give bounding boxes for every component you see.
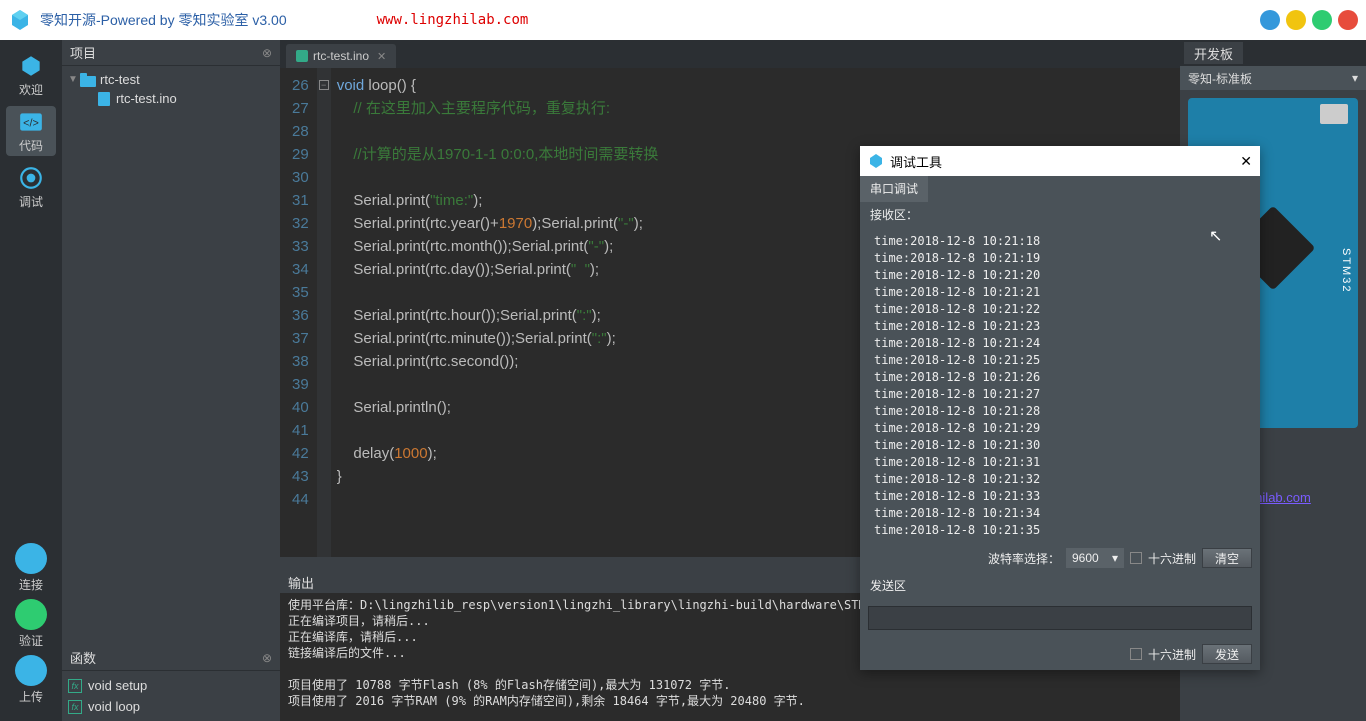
baud-value: 9600 (1072, 551, 1099, 565)
usb-icon (15, 543, 47, 574)
welcome-icon (18, 53, 44, 79)
file-icon (96, 92, 112, 106)
project-panel-header: 项目 ⊗ (62, 40, 280, 66)
editor-tab-close[interactable]: ✕ (377, 50, 386, 63)
project-panel-close[interactable]: ⊗ (262, 46, 272, 60)
project-header-label: 项目 (70, 43, 96, 62)
rail-connect[interactable]: 连接 (6, 543, 56, 593)
baud-select[interactable]: 9600 ▾ (1066, 548, 1124, 568)
rail-debug-label: 调试 (19, 193, 43, 210)
send-area-label: 发送区 (860, 573, 1260, 598)
rail-code-label: 代码 (19, 137, 43, 154)
function-icon: fx (68, 700, 82, 714)
chevron-down-icon: ▾ (1112, 551, 1118, 565)
editor-tab-label: rtc-test.ino (313, 49, 369, 63)
folder-icon (80, 73, 96, 87)
function-label: void setup (88, 678, 147, 693)
window-close-button[interactable] (1338, 10, 1358, 30)
output-header-label: 输出 (288, 576, 314, 591)
fold-strip: − (317, 68, 331, 557)
dialog-title: 调试工具 (890, 152, 942, 171)
send-row: 十六进制 发送 (860, 638, 1260, 670)
baud-row: 波特率选择： 9600 ▾ 十六进制 清空 (860, 543, 1260, 573)
editor-tabbar: rtc-test.ino ✕ (280, 40, 1180, 68)
title-url: www.lingzhilab.com (377, 12, 529, 28)
rail-verify-label: 验证 (19, 632, 43, 649)
function-item[interactable]: fx void loop (68, 696, 274, 717)
rail-verify[interactable]: 验证 (6, 599, 56, 649)
functions-header-label: 函数 (70, 648, 96, 667)
dialog-logo-icon (868, 153, 884, 169)
window-minimize-button[interactable] (1286, 10, 1306, 30)
rail-debug[interactable]: 调试 (6, 162, 56, 212)
board-tabbar: 开发板 (1180, 40, 1366, 66)
dialog-close-button[interactable]: ✕ (1240, 153, 1252, 170)
hex-recv-checkbox[interactable] (1130, 552, 1142, 564)
recv-area[interactable]: time:2018-12-8 10:21:18time:2018-12-8 10… (860, 227, 1260, 543)
editor-tab[interactable]: rtc-test.ino ✕ (286, 44, 396, 68)
baud-label: 波特率选择： (988, 550, 1060, 567)
app-logo-icon (8, 8, 32, 32)
function-label: void loop (88, 699, 140, 714)
tree-expand-icon: ▼ (68, 74, 80, 85)
debug-dialog: 调试工具 ✕ 串口调试 接收区： time:2018-12-8 10:21:18… (860, 146, 1260, 670)
functions-list: fx void setup fx void loop (62, 671, 280, 721)
check-icon (15, 599, 47, 630)
hex-send-checkbox[interactable] (1130, 648, 1142, 660)
clear-button[interactable]: 清空 (1202, 548, 1252, 568)
pcb-chip-label: STM32 (1340, 248, 1352, 293)
window-maximize-button[interactable] (1312, 10, 1332, 30)
tree-root-label: rtc-test (100, 72, 140, 87)
send-input[interactable] (868, 606, 1252, 630)
title-bar: 零知开源-Powered by 零知实验室 v3.00 www.lingzhil… (0, 0, 1366, 40)
hex-send-label: 十六进制 (1148, 646, 1196, 663)
serial-debug-tab[interactable]: 串口调试 (860, 176, 928, 202)
dialog-titlebar[interactable]: 调试工具 ✕ (860, 146, 1260, 176)
rail-upload-label: 上传 (19, 688, 43, 705)
tree-file-label: rtc-test.ino (116, 91, 177, 106)
upload-icon (15, 655, 47, 686)
code-icon: </> (18, 109, 44, 135)
functions-panel-header: 函数 ⊗ (62, 645, 280, 671)
svg-text:</>: </> (23, 117, 39, 129)
project-tree: ▼ rtc-test rtc-test.ino (62, 66, 280, 112)
tree-file[interactable]: rtc-test.ino (96, 89, 274, 108)
rail-welcome[interactable]: 欢迎 (6, 50, 56, 100)
activity-bar: 欢迎 </> 代码 调试 连接 验证 上传 (0, 40, 62, 721)
tree-root[interactable]: ▼ rtc-test (68, 70, 274, 89)
board-tab[interactable]: 开发板 (1184, 42, 1243, 64)
board-select[interactable]: 零知-标准板 ▾ (1180, 66, 1366, 90)
chevron-down-icon: ▾ (1352, 71, 1358, 85)
send-button[interactable]: 发送 (1202, 644, 1252, 664)
rail-welcome-label: 欢迎 (19, 81, 43, 98)
hex-recv-label: 十六进制 (1148, 550, 1196, 567)
window-menu-button[interactable] (1260, 10, 1280, 30)
dialog-tabs: 串口调试 (860, 176, 1260, 202)
fold-marker-icon[interactable]: − (319, 80, 329, 90)
recv-area-label: 接收区： (860, 202, 1260, 227)
line-gutter: 26272829303132333435363738394041424344 (280, 68, 317, 557)
code-body[interactable]: void loop() { // 在这里加入主要程序代码，重复执行: //计算的… (331, 68, 659, 557)
window-title: 零知开源-Powered by 零知实验室 v3.00 (40, 10, 287, 30)
rail-upload[interactable]: 上传 (6, 655, 56, 705)
function-icon: fx (68, 679, 82, 693)
bug-icon (18, 165, 44, 191)
functions-panel-close[interactable]: ⊗ (262, 651, 272, 665)
rail-connect-label: 连接 (19, 576, 43, 593)
pcb-usb-icon (1320, 104, 1348, 124)
function-item[interactable]: fx void setup (68, 675, 274, 696)
file-tab-icon (296, 50, 308, 62)
rail-code[interactable]: </> 代码 (6, 106, 56, 156)
board-select-value: 零知-标准板 (1188, 70, 1252, 87)
